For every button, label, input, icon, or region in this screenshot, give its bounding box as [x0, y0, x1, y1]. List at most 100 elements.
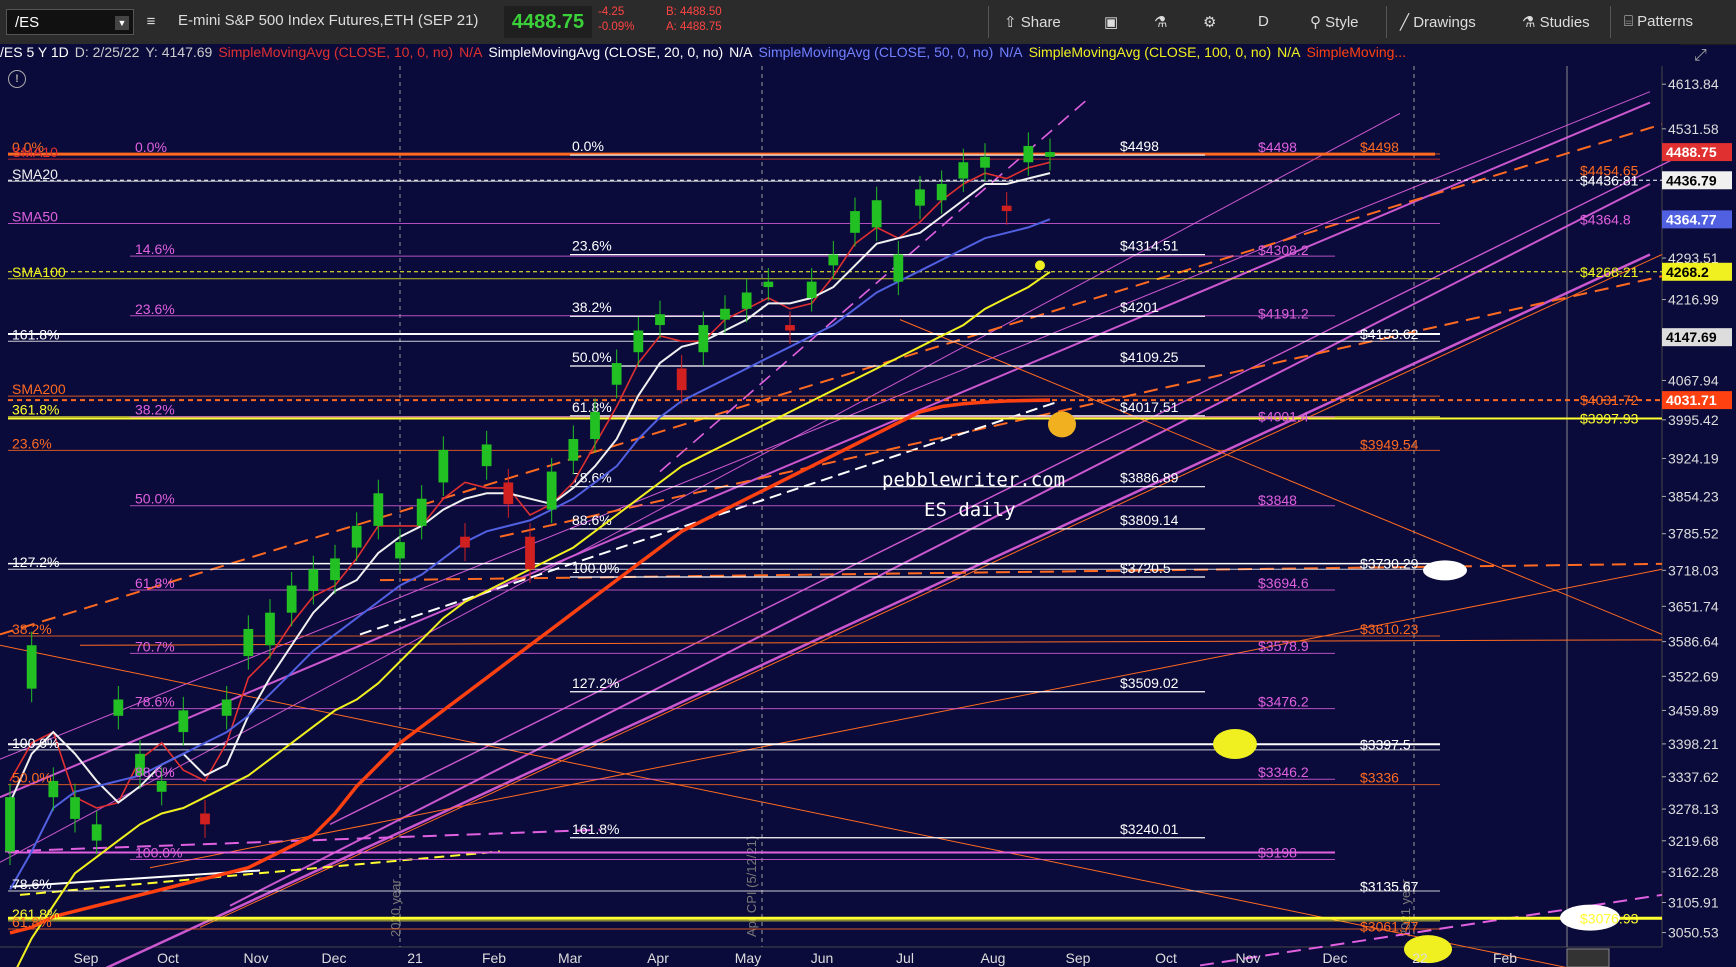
style-icon: ⚲ — [1310, 14, 1326, 31]
studies-button[interactable]: ⚗ Studies — [1522, 13, 1590, 31]
style-button[interactable]: ⚲ Style — [1310, 13, 1359, 31]
price-level-label: $3997.93 — [1580, 410, 1639, 426]
info-icon[interactable]: ! — [8, 70, 26, 88]
y-tick-label: 3522.69 — [1668, 668, 1719, 684]
x-tick-label: Feb — [1493, 950, 1517, 966]
y-tick-label: 3995.42 — [1668, 412, 1719, 428]
candle-body — [958, 162, 969, 179]
mid-fib-percent: 23.6% — [572, 238, 612, 254]
divider — [988, 6, 989, 38]
link-icon[interactable]: ≡ — [140, 10, 162, 34]
candle-body — [741, 292, 752, 309]
bid-price: B: 4488.50 — [666, 6, 722, 18]
candle-body — [525, 536, 535, 570]
chart-background — [0, 66, 1736, 967]
fib-level-label: SMA200 — [12, 381, 66, 397]
y-tick-label: 3278.13 — [1668, 801, 1719, 817]
mid-fib-price: $3886.89 — [1120, 470, 1179, 486]
flask-icon[interactable]: ⚗ — [1154, 13, 1167, 31]
study-sma10-value: N/A — [459, 44, 483, 60]
fib-level-label: 61.8% — [135, 575, 175, 591]
fib-level-label: 14.6% — [135, 241, 175, 257]
price-level-label: $4498 — [1258, 139, 1297, 155]
candle-body — [5, 797, 15, 852]
gear-icon[interactable]: ⚙ — [1203, 13, 1216, 31]
net-change: -4.25 — [598, 6, 625, 18]
y-tick-label: 3398.21 — [1668, 736, 1719, 752]
y-tick-label: 3718.03 — [1668, 562, 1719, 578]
study-sma100[interactable]: SimpleMovingAvg (CLOSE, 100, 0, no) — [1029, 44, 1272, 60]
candle-body — [178, 710, 189, 733]
x-tick-label: Sep — [74, 950, 99, 966]
period-button[interactable]: D — [1258, 13, 1269, 30]
price-level-label: $4498 — [1360, 139, 1399, 155]
price-level-label: $4031.72 — [1580, 392, 1639, 408]
x-tick-label: Jul — [896, 950, 914, 966]
candle-body — [871, 200, 882, 228]
price-level-label: $3076.93 — [1580, 910, 1639, 926]
candle-body — [70, 797, 80, 819]
candle-body — [373, 493, 384, 526]
x-tick-label: Dec — [322, 950, 347, 966]
instrument-description: E-mini S&P 500 Index Futures,ETH (SEP 21… — [178, 12, 479, 29]
candle-body — [936, 183, 947, 201]
mid-fib-percent: 38.2% — [572, 299, 612, 315]
highlight-marker — [1423, 560, 1467, 581]
candle-body — [113, 699, 124, 716]
drawings-label: Drawings — [1413, 14, 1476, 31]
candle-body — [915, 189, 925, 206]
candle-body — [351, 525, 362, 548]
watermark-line-1: pebblewriter.com — [882, 469, 1065, 491]
candle-body — [893, 254, 904, 282]
study-sma20-value: N/A — [729, 44, 753, 60]
study-sma50[interactable]: SimpleMovingAvg (CLOSE, 50, 0, no) — [759, 44, 994, 60]
symbol-selector[interactable]: /ES ▼ — [6, 9, 134, 35]
flask-icon: ⚗ — [1522, 14, 1540, 31]
mid-fib-price: $4314.51 — [1120, 238, 1179, 254]
mid-fib-price: $3240.01 — [1120, 821, 1179, 837]
share-button[interactable]: ⇧ Share — [1004, 13, 1061, 31]
candle-body — [980, 156, 990, 168]
candle-body — [568, 439, 579, 461]
y-tick-label: 3586.64 — [1668, 634, 1719, 650]
patterns-button[interactable]: ⌸ Patterns — [1624, 13, 1693, 30]
x-tick-label: Mar — [558, 950, 582, 966]
candle-body — [828, 254, 839, 266]
price-level-label: $4191.2 — [1258, 306, 1309, 322]
candle-body — [633, 330, 644, 353]
candle-body — [243, 628, 254, 657]
price-level-label: $3730.29 — [1360, 556, 1419, 572]
price-level-label: $3346.2 — [1258, 764, 1309, 780]
fib-level-label: 70.7% — [135, 638, 175, 654]
candle-body — [720, 308, 730, 320]
mid-fib-price: $3509.02 — [1120, 675, 1179, 691]
study-sma20[interactable]: SimpleMovingAvg (CLOSE, 20, 0, no) — [488, 44, 723, 60]
study-sma10[interactable]: SimpleMovingAvg (CLOSE, 10, 0, no) — [218, 44, 453, 60]
candle-body — [200, 813, 210, 825]
candle-body — [265, 612, 275, 646]
x-tick-label: Jun — [811, 950, 834, 966]
price-chart[interactable]: 2020 year Apr CPI (5/12/21) 2021 year0.0% $… — [0, 66, 1736, 967]
drawings-button[interactable]: ╱ Drawings — [1400, 13, 1476, 31]
fib-level-label: 38.2% — [12, 621, 52, 637]
candle-body — [156, 780, 167, 792]
chevron-down-icon[interactable]: ▼ — [115, 16, 129, 30]
mid-fib-price: $4201 — [1120, 299, 1159, 315]
price-tag-label: 4364.77 — [1666, 211, 1717, 227]
chart-header[interactable]: /ES 5 Y 1D — [0, 44, 69, 60]
candle-body — [221, 699, 232, 716]
chart-settings-icon[interactable]: ▣ — [1104, 13, 1118, 31]
price-level-label: $3949.54 — [1360, 437, 1419, 453]
candle-body — [590, 411, 600, 440]
candle-body — [806, 281, 817, 298]
mid-fib-percent: 88.6% — [572, 512, 612, 528]
x-tick-label: Dec — [1323, 950, 1348, 966]
cursor-value: Y: 4147.69 — [145, 44, 213, 60]
price-tag-label: 4031.71 — [1666, 392, 1717, 408]
expand-icon[interactable]: ⤢ — [1694, 47, 1707, 65]
y-tick-label: 3050.53 — [1668, 925, 1719, 941]
pencil-icon: ╱ — [1400, 14, 1414, 31]
candle-body — [1045, 152, 1055, 157]
mid-fib-percent: 0.0% — [572, 138, 604, 154]
study-sma200[interactable]: SimpleMoving... — [1306, 44, 1406, 60]
